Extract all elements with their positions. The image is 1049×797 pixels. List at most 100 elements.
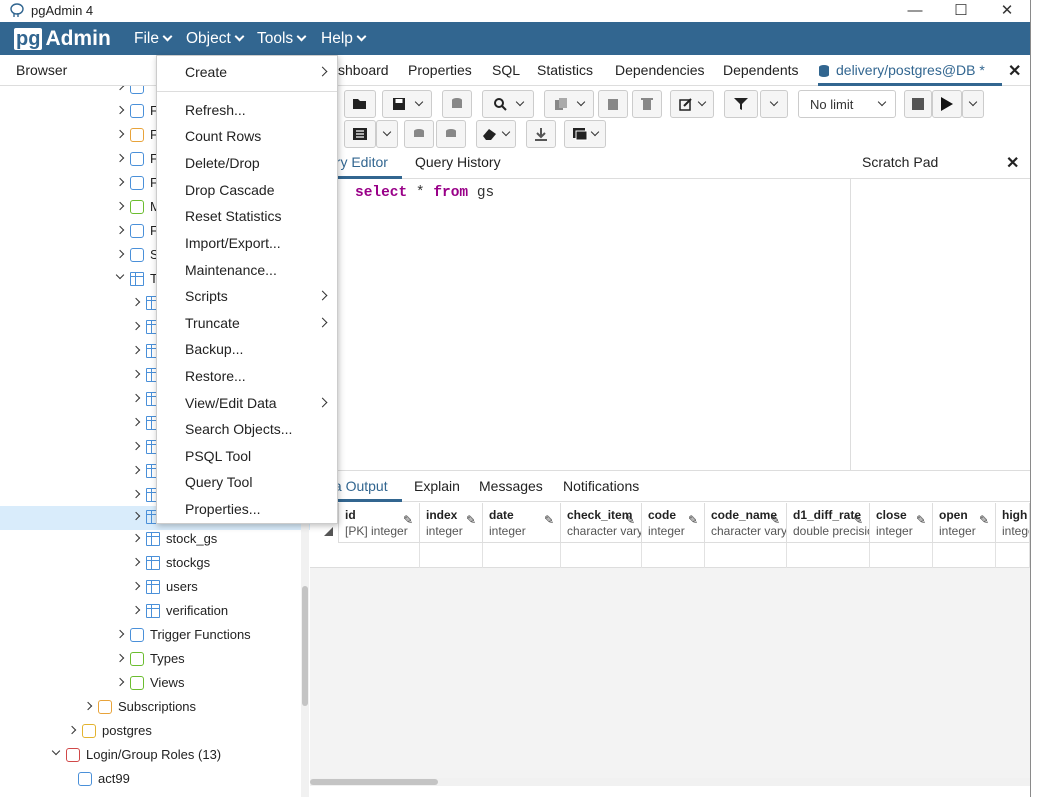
tab-dashboard[interactable]: shboard: [338, 62, 389, 78]
chevron-right-icon[interactable]: [115, 153, 125, 163]
table-cell[interactable]: [933, 543, 996, 568]
menu-help[interactable]: Help: [321, 30, 367, 48]
column-header-id[interactable]: id [PK] integer ✎: [339, 503, 420, 543]
context-menu-item-import-export[interactable]: Import/Export...: [157, 230, 337, 256]
column-header-d1_diff_rate[interactable]: d1_diff_ratedouble precision✎: [787, 503, 870, 543]
tab-dependencies[interactable]: Dependencies: [615, 62, 705, 78]
chevron-right-icon[interactable]: [115, 225, 125, 235]
context-menu-item-refresh[interactable]: Refresh...: [157, 97, 337, 123]
context-menu-item-create[interactable]: Create: [157, 59, 337, 85]
close-scratch-pad-button[interactable]: ✕: [1006, 153, 1019, 173]
commit-button[interactable]: [404, 120, 434, 148]
tab-messages[interactable]: Messages: [479, 478, 543, 494]
chevron-right-icon[interactable]: [83, 701, 93, 711]
tree-node[interactable]: Subscriptions: [0, 696, 310, 720]
chevron-right-icon[interactable]: [67, 725, 77, 735]
macros-button[interactable]: [564, 120, 606, 148]
edit-button[interactable]: [670, 90, 714, 118]
context-menu-item-count-rows[interactable]: Count Rows: [157, 123, 337, 149]
stop-button[interactable]: [904, 90, 932, 118]
tab-sql[interactable]: SQL: [492, 62, 520, 78]
column-header-open[interactable]: open integer ✎: [933, 503, 996, 543]
context-menu-item-delete-drop[interactable]: Delete/Drop: [157, 150, 337, 176]
filter-dropdown[interactable]: [760, 90, 788, 118]
tab-query-tool[interactable]: delivery/postgres@DB *: [836, 62, 985, 78]
delete-button[interactable]: [632, 90, 662, 118]
close-window-button[interactable]: ✕: [984, 0, 1030, 21]
column-header-index[interactable]: index integer ✎: [420, 503, 483, 543]
tree-node[interactable]: users: [0, 576, 310, 600]
chevron-right-icon[interactable]: [131, 605, 141, 615]
close-tab-button[interactable]: ✕: [1008, 61, 1021, 81]
tree-node[interactable]: stock_gs: [0, 528, 310, 552]
chevron-right-icon[interactable]: [131, 557, 141, 567]
menu-tools[interactable]: Tools: [257, 30, 307, 48]
context-menu-item-drop-cascade[interactable]: Drop Cascade: [157, 177, 337, 203]
execute-dropdown[interactable]: [962, 90, 984, 118]
tab-properties[interactable]: Properties: [408, 62, 472, 78]
menu-file[interactable]: File: [134, 30, 173, 48]
context-menu-item-properties[interactable]: Properties...: [157, 496, 337, 522]
chevron-right-icon[interactable]: [131, 441, 141, 451]
chevron-right-icon[interactable]: [115, 86, 125, 91]
context-menu-item-truncate[interactable]: Truncate: [157, 310, 337, 336]
table-row[interactable]: [310, 543, 1030, 568]
column-header-check_item[interactable]: check_itemcharacter varying✎: [561, 503, 642, 543]
chevron-right-icon[interactable]: [131, 369, 141, 379]
tab-statistics[interactable]: Statistics: [537, 62, 593, 78]
tab-query-history[interactable]: Query History: [415, 154, 501, 170]
context-menu-item-restore[interactable]: Restore...: [157, 363, 337, 389]
download-button[interactable]: [526, 120, 556, 148]
execute-button[interactable]: [932, 90, 962, 118]
chevron-right-icon[interactable]: [131, 581, 141, 591]
paste-button[interactable]: [598, 90, 628, 118]
chevron-right-icon[interactable]: [131, 297, 141, 307]
tab-data-output[interactable]: ta Output: [330, 478, 388, 494]
table-cell[interactable]: [870, 543, 933, 568]
chevron-right-icon[interactable]: [115, 629, 125, 639]
chevron-down-icon[interactable]: [115, 270, 125, 280]
grid-horizontal-scrollbar[interactable]: [310, 778, 1030, 786]
tab-dependents[interactable]: Dependents: [723, 62, 799, 78]
chevron-right-icon[interactable]: [131, 345, 141, 355]
sql-editor[interactable]: select * from gs: [310, 179, 851, 470]
context-menu-item-scripts[interactable]: Scripts: [157, 283, 337, 309]
explain-button[interactable]: [344, 120, 376, 148]
table-cell[interactable]: [996, 543, 1030, 568]
tab-explain[interactable]: Explain: [414, 478, 460, 494]
context-menu-item-view-edit-data[interactable]: View/Edit Data: [157, 390, 337, 416]
column-header-date[interactable]: date integer ✎: [483, 503, 561, 543]
tab-notifications[interactable]: Notifications: [563, 478, 639, 494]
tree-node[interactable]: Login/Group Roles (13): [0, 744, 310, 768]
column-header-close[interactable]: close integer ✎: [870, 503, 933, 543]
chevron-right-icon[interactable]: [131, 511, 141, 521]
chevron-right-icon[interactable]: [131, 393, 141, 403]
tree-node[interactable]: stockgs: [0, 552, 310, 576]
chevron-right-icon[interactable]: [131, 417, 141, 427]
table-cell[interactable]: [642, 543, 705, 568]
tree-node[interactable]: postgres: [0, 720, 310, 744]
column-header-code_name[interactable]: code_namecharacter varying✎: [705, 503, 787, 543]
tree-node[interactable]: Views: [0, 672, 310, 696]
tree-node[interactable]: Types: [0, 648, 310, 672]
chevron-right-icon[interactable]: [115, 653, 125, 663]
chevron-right-icon[interactable]: [115, 677, 125, 687]
column-header-high[interactable]: high integer: [996, 503, 1030, 543]
column-header-code[interactable]: code integer ✎: [642, 503, 705, 543]
context-menu-item-psql-tool[interactable]: PSQL Tool: [157, 443, 337, 469]
clear-button[interactable]: [476, 120, 516, 148]
chevron-right-icon[interactable]: [131, 489, 141, 499]
context-menu-item-query-tool[interactable]: Query Tool: [157, 469, 337, 495]
chevron-right-icon[interactable]: [131, 533, 141, 543]
chevron-right-icon[interactable]: [115, 249, 125, 259]
table-cell[interactable]: [339, 543, 420, 568]
chevron-right-icon[interactable]: [115, 201, 125, 211]
chevron-right-icon[interactable]: [115, 177, 125, 187]
chevron-right-icon[interactable]: [131, 465, 141, 475]
tree-node[interactable]: verification: [0, 600, 310, 624]
table-cell[interactable]: [420, 543, 483, 568]
context-menu-item-search-objects[interactable]: Search Objects...: [157, 416, 337, 442]
chevron-down-icon[interactable]: [51, 746, 61, 756]
chevron-right-icon[interactable]: [131, 321, 141, 331]
open-file-button[interactable]: [344, 90, 376, 118]
